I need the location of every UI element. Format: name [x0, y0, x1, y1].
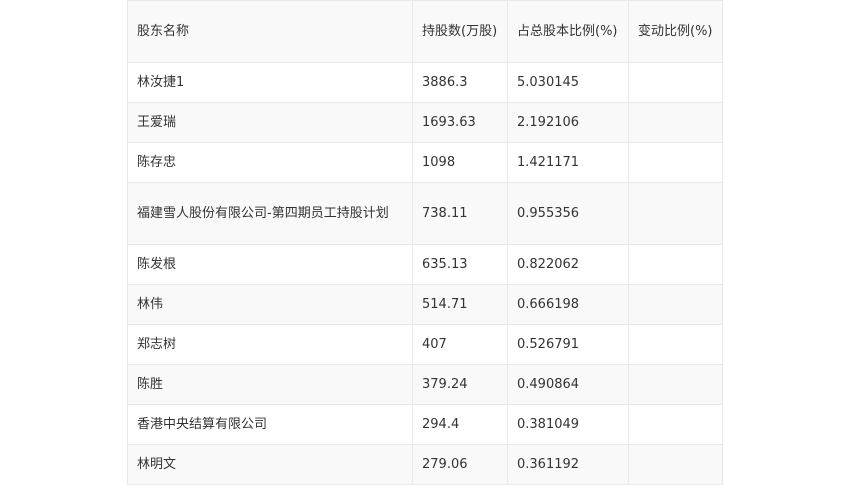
cell-shares-held: 407 [412, 324, 508, 365]
header-shares-held: 持股数(万股) [412, 0, 508, 63]
table-row: 林汝捷1 3886.3 5.030145 [127, 62, 723, 103]
cell-change-ratio [628, 364, 723, 405]
cell-share-ratio: 5.030145 [507, 62, 629, 103]
header-change-ratio: 变动比例(%) [628, 0, 723, 63]
header-share-ratio: 占总股本比例(%) [507, 0, 629, 63]
cell-share-ratio: 0.361192 [507, 444, 629, 485]
cell-shareholder-name: 陈存忠 [127, 142, 413, 183]
cell-change-ratio [628, 102, 723, 143]
cell-shareholder-name: 香港中央结算有限公司 [127, 404, 413, 445]
cell-change-ratio [628, 62, 723, 103]
cell-share-ratio: 0.955356 [507, 182, 629, 245]
table-row: 郑志树 407 0.526791 [127, 324, 723, 365]
table-row: 香港中央结算有限公司 294.4 0.381049 [127, 404, 723, 445]
cell-shareholder-name: 陈胜 [127, 364, 413, 405]
cell-shareholder-name: 福建雪人股份有限公司-第四期员工持股计划 [127, 182, 413, 245]
cell-share-ratio: 0.526791 [507, 324, 629, 365]
cell-shares-held: 514.71 [412, 284, 508, 325]
cell-change-ratio [628, 244, 723, 285]
cell-change-ratio [628, 142, 723, 183]
cell-change-ratio [628, 324, 723, 365]
cell-shares-held: 1098 [412, 142, 508, 183]
cell-share-ratio: 2.192106 [507, 102, 629, 143]
table-row: 福建雪人股份有限公司-第四期员工持股计划 738.11 0.955356 [127, 182, 723, 245]
table-row: 林明文 279.06 0.361192 [127, 444, 723, 485]
cell-share-ratio: 0.490864 [507, 364, 629, 405]
cell-shares-held: 279.06 [412, 444, 508, 485]
cell-shareholder-name: 林伟 [127, 284, 413, 325]
cell-shares-held: 1693.63 [412, 102, 508, 143]
cell-shareholder-name: 林明文 [127, 444, 413, 485]
table-row: 陈存忠 1098 1.421171 [127, 142, 723, 183]
cell-shareholder-name: 林汝捷1 [127, 62, 413, 103]
cell-change-ratio [628, 284, 723, 325]
cell-shares-held: 635.13 [412, 244, 508, 285]
shareholder-table-container: 股东名称 持股数(万股) 占总股本比例(%) 变动比例(%) 林汝捷1 3886… [127, 0, 723, 485]
cell-shares-held: 379.24 [412, 364, 508, 405]
cell-share-ratio: 1.421171 [507, 142, 629, 183]
cell-shareholder-name: 郑志树 [127, 324, 413, 365]
table-row: 林伟 514.71 0.666198 [127, 284, 723, 325]
cell-share-ratio: 0.666198 [507, 284, 629, 325]
cell-change-ratio [628, 404, 723, 445]
header-shareholder-name: 股东名称 [127, 0, 413, 63]
cell-shareholder-name: 王爱瑞 [127, 102, 413, 143]
cell-shares-held: 3886.3 [412, 62, 508, 103]
cell-shareholder-name: 陈发根 [127, 244, 413, 285]
shareholder-table: 股东名称 持股数(万股) 占总股本比例(%) 变动比例(%) 林汝捷1 3886… [127, 0, 723, 485]
cell-share-ratio: 0.381049 [507, 404, 629, 445]
table-row: 王爱瑞 1693.63 2.192106 [127, 102, 723, 143]
table-header-row: 股东名称 持股数(万股) 占总股本比例(%) 变动比例(%) [127, 0, 723, 63]
table-row: 陈胜 379.24 0.490864 [127, 364, 723, 405]
cell-change-ratio [628, 182, 723, 245]
cell-shares-held: 294.4 [412, 404, 508, 445]
cell-change-ratio [628, 444, 723, 485]
table-row: 陈发根 635.13 0.822062 [127, 244, 723, 285]
cell-share-ratio: 0.822062 [507, 244, 629, 285]
cell-shares-held: 738.11 [412, 182, 508, 245]
